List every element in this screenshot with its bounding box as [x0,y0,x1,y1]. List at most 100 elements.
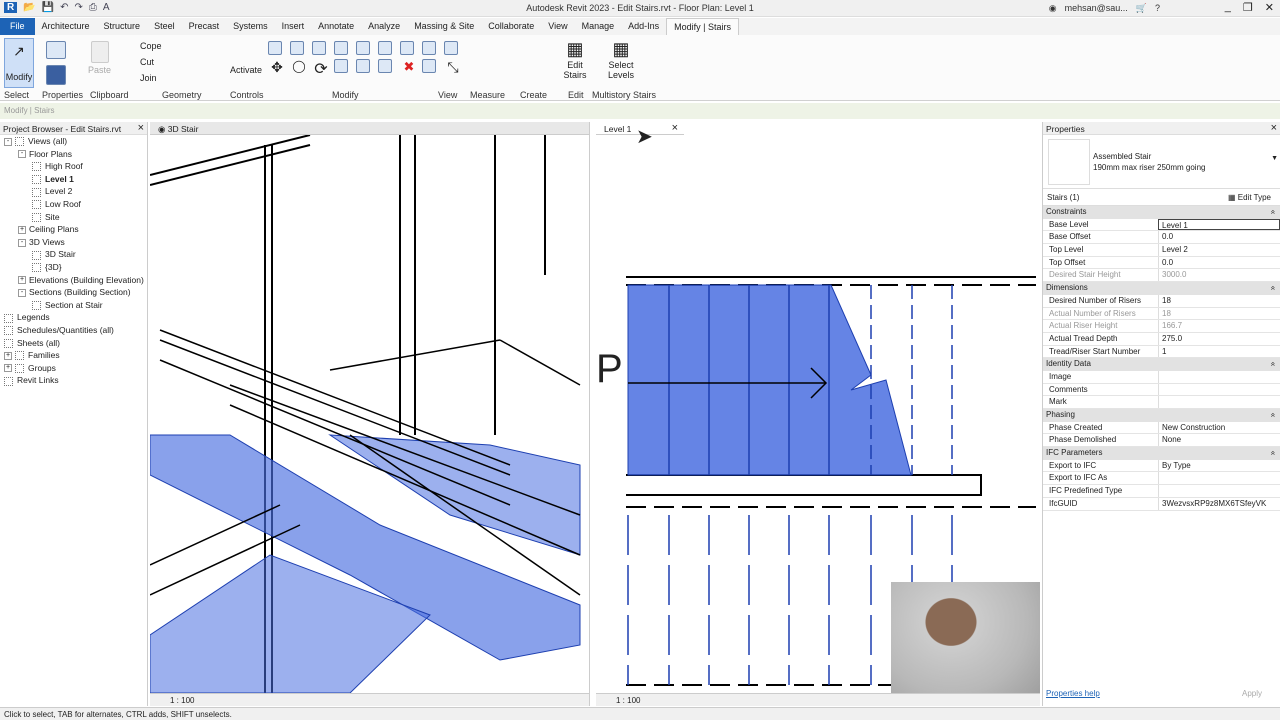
rotate-icon[interactable]: ⟳ [312,59,330,79]
property-value[interactable]: None [1158,434,1280,447]
cart-icon[interactable]: 🛒 [1136,3,1147,14]
browser-item[interactable]: Schedules/Quantities (all) [0,324,147,337]
property-value[interactable]: Level 1 [1158,218,1280,231]
edit-type-button[interactable]: ▦ Edit Type [1228,193,1280,202]
modify-button[interactable]: ↗ Modify [4,38,34,88]
mirror-icon[interactable] [312,41,326,55]
open-icon[interactable]: 📂 [23,2,35,13]
copy-circle-icon[interactable]: ◯ [290,59,308,79]
browser-item[interactable]: {3D} [0,261,147,274]
browser-item[interactable]: Revit Links [0,374,147,387]
restore-button[interactable]: ❐ [1243,1,1253,14]
browser-item[interactable]: -3D Views [0,236,147,249]
property-value[interactable]: 18 [1158,294,1280,307]
view-scale[interactable]: 1 : 100 [170,696,194,705]
close-icon[interactable]: × [138,122,144,134]
view-scale[interactable]: 1 : 100 [616,696,640,705]
instance-filter[interactable]: Stairs (1) [1043,193,1228,202]
join-button[interactable]: Join [140,73,157,83]
floor-plan-view[interactable]: Level 1 × P ➤ 1 : 100 [596,122,1040,706]
browser-item[interactable]: + Groups [0,362,147,375]
browser-item[interactable]: - Views (all) [0,135,147,148]
tab-insert[interactable]: Insert [275,18,312,35]
collapse-icon[interactable]: - [18,288,26,297]
panel-select[interactable]: Select [4,90,29,100]
properties-help-link[interactable]: Properties help [1046,689,1100,698]
tab-file[interactable]: File [0,18,35,35]
browser-item[interactable]: - Floor Plans [0,148,147,161]
tab-analyze[interactable]: Analyze [361,18,407,35]
user-name[interactable]: mehsan@sau... [1065,3,1128,14]
pin-icon[interactable] [400,41,414,55]
apply-button[interactable]: Apply [1242,689,1262,698]
property-group[interactable]: IFC Parameters [1043,447,1280,460]
property-group[interactable]: Identity Data [1043,358,1280,371]
text-icon[interactable]: A [103,2,110,13]
property-value[interactable]: 3WezvsxRP9z8MX6TSfeyVK [1158,497,1280,510]
property-group[interactable]: Dimensions [1043,282,1280,295]
expand-icon[interactable]: + [4,351,12,360]
expand-icon[interactable]: + [18,276,26,285]
property-value[interactable] [1158,383,1280,396]
hide-icon[interactable] [422,41,436,55]
redo-icon[interactable]: ↷ [75,2,83,13]
browser-item[interactable]: Sheets (all) [0,337,147,350]
property-value[interactable]: 1 [1158,345,1280,358]
dimension-icon[interactable]: ⤡ [444,59,462,79]
browser-item[interactable]: 3D Stair [0,248,147,261]
mirror-draw-icon[interactable] [334,41,348,55]
expand-icon[interactable]: + [4,364,12,373]
browser-item[interactable]: Low Roof [0,198,147,211]
array-icon[interactable] [356,59,370,73]
property-value[interactable] [1158,485,1280,497]
tab-massing-site[interactable]: Massing & Site [407,18,481,35]
tab-systems[interactable]: Systems [226,18,275,35]
tab-collaborate[interactable]: Collaborate [481,18,541,35]
property-value[interactable]: By Type [1158,459,1280,472]
trim-icon[interactable] [334,59,348,73]
copy-icon[interactable] [356,41,370,55]
browser-item[interactable]: Legends [0,311,147,324]
minimize-button[interactable]: _ [1225,1,1231,14]
tab-manage[interactable]: Manage [575,18,622,35]
close-icon[interactable]: × [1271,122,1277,134]
split-icon[interactable] [378,41,392,55]
move-icon[interactable]: ✥ [268,59,286,79]
activate-button[interactable]: Activate [230,65,262,75]
paste-button[interactable]: Paste [88,41,111,75]
tab-add-ins[interactable]: Add-Ins [621,18,666,35]
collapse-icon[interactable]: - [18,150,26,159]
property-group[interactable]: Phasing [1043,409,1280,422]
collapse-icon[interactable]: - [18,238,26,247]
properties-button[interactable] [46,41,66,87]
tab-steel[interactable]: Steel [147,18,182,35]
offset-icon[interactable] [290,41,304,55]
cope-button[interactable]: Cope [140,41,162,51]
paint-icon[interactable] [422,59,436,73]
tab-annotate[interactable]: Annotate [311,18,361,35]
browser-item[interactable]: + Elevations (Building Elevation) [0,274,147,287]
delete-icon[interactable]: ✖ [400,59,418,79]
tab-modify-stairs[interactable]: Modify | Stairs [666,18,740,35]
property-value[interactable]: 0.0 [1158,256,1280,269]
help-icon[interactable]: ? [1155,3,1160,14]
browser-item[interactable]: - Sections (Building Section) [0,286,147,299]
browser-item[interactable]: High Roof [0,160,147,173]
property-value[interactable]: 275.0 [1158,332,1280,345]
browser-item[interactable]: Section at Stair [0,299,147,312]
align-icon[interactable] [268,41,282,55]
tab-view[interactable]: View [541,18,574,35]
chevron-down-icon[interactable]: ▼ [1271,155,1278,162]
tab-structure[interactable]: Structure [97,18,148,35]
browser-item[interactable]: Level 2 [0,185,147,198]
type-selector[interactable]: Assembled Stair 190mm max riser 250mm go… [1043,135,1280,189]
tab-architecture[interactable]: Architecture [35,18,97,35]
undo-icon[interactable]: ↶ [60,2,68,13]
print-icon[interactable]: ⎙ [89,2,97,13]
browser-item[interactable]: + Families [0,349,147,362]
property-group[interactable]: Constraints [1043,206,1280,219]
property-value[interactable]: New Construction [1158,421,1280,434]
tab-precast[interactable]: Precast [182,18,227,35]
binoculars-icon[interactable]: ◉ [1049,3,1057,14]
cut-button[interactable]: Cut [140,57,154,67]
